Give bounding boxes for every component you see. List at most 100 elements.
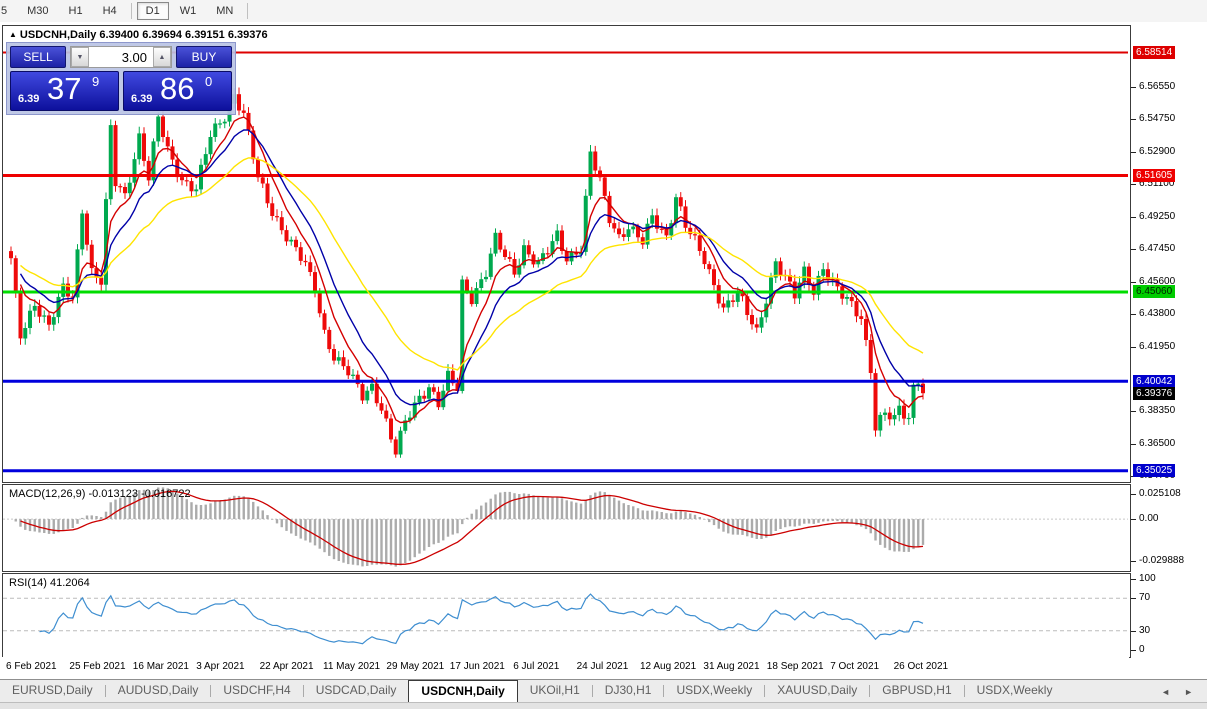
tab-scroll-controls: ◄ ► [1161,680,1207,703]
axis-tick [1131,217,1136,219]
axis-tick [1131,87,1136,89]
price-tick-label: 6.38350 [1139,405,1176,417]
macd-label: MACD(12,26,9) -0.013123 -0.016722 [9,488,191,500]
price-tick-label: 6.43800 [1139,308,1176,320]
axis-tick [1131,282,1136,284]
date-tick-label: 18 Sep 2021 [766,661,824,672]
rsi-axis-label: 0 [1139,644,1145,655]
price-tick-label: 6.41950 [1139,341,1176,353]
collapse-indicator-icon[interactable]: ▲ [9,30,17,39]
chart-title-text: USDCNH,Daily 6.39400 6.39694 6.39151 6.3… [19,29,268,41]
toolbar-separator [247,3,249,19]
chart-tab-usdx-weekly[interactable]: USDX,Weekly [664,680,764,703]
buy-button[interactable]: BUY [176,46,232,68]
rsi-label: RSI(14) 41.2064 [9,577,90,589]
price-axis[interactable]: 6.56550 6.54750 6.52900 6.51100 6.49250 6.474… [1131,22,1207,679]
timeframe-button-w1[interactable]: W1 [171,2,206,20]
chart-tab-xauusd-daily[interactable]: XAUUSD,Daily [765,680,869,703]
date-tick-label: 26 Oct 2021 [893,661,949,672]
buy-price-quote[interactable]: 6.39 86 0 [123,71,232,111]
axis-tick [1131,411,1136,413]
chart-tab-bar: EURUSD,Daily AUDUSD,Daily USDCHF,H4 USDCAD,… [0,679,1207,703]
axis-tick [1131,630,1136,632]
sell-price-quote[interactable]: 6.39 37 9 [10,71,119,111]
axis-tick [1131,249,1136,251]
toolbar-separator [130,3,132,19]
price-tick-label: 6.56550 [1139,81,1176,93]
chart-tab-usdcad-daily[interactable]: USDCAD,Daily [304,680,409,703]
buy-price-sup: 0 [205,74,213,89]
axis-tick [1131,579,1136,580]
price-tick-label: 6.49250 [1139,211,1176,223]
price-line-flag: 6.51605 [1133,168,1176,182]
axis-tick [1131,519,1136,521]
date-tick-label: 24 Jul 2021 [576,661,629,672]
axis-tick [1131,314,1136,316]
macd-axis-label: -0.029888 [1139,555,1185,566]
macd-pane[interactable]: MACD(12,26,9) -0.013123 -0.016722 [2,484,1131,572]
volume-spinner: ▼ 3.00 ▲ [70,46,172,68]
sell-button[interactable]: SELL [10,46,66,68]
buy-price-prefix: 6.39 [131,93,153,105]
price-line-flag: 6.45060 [1133,285,1176,299]
timeframe-button-5[interactable]: 5 [0,2,16,20]
chart-tab-usdx-weekly[interactable]: USDX,Weekly [965,680,1065,703]
timeframe-button-m30[interactable]: M30 [18,2,57,20]
axis-tick [1131,598,1136,600]
rsi-pane[interactable]: RSI(14) 41.2064 [2,573,1131,658]
volume-increase-icon[interactable]: ▲ [153,47,171,67]
timeframe-toolbar: 5 M30 H1 H4 D1 W1 MN [0,0,1207,23]
chart-title: ▲ USDCNH,Daily 6.39400 6.39694 6.39151 6.… [9,29,268,41]
sell-price-prefix: 6.39 [18,93,40,105]
price-line-flag: 6.39376 [1133,386,1176,400]
date-tick-label: 6 Feb 2021 [6,661,57,672]
date-tick-label: 22 Apr 2021 [259,661,314,672]
chart-tab-usdchf-h4[interactable]: USDCHF,H4 [211,680,302,703]
chart-tab-gbpusd-h1[interactable]: GBPUSD,H1 [870,680,963,703]
chart-tab-audusd-daily[interactable]: AUDUSD,Daily [106,680,211,703]
date-tick-label: 12 Aug 2021 [640,661,697,672]
chart-window: ▲ USDCNH,Daily 6.39400 6.39694 6.39151 6.… [0,22,1207,679]
chart-tab-ukoil-h1[interactable]: UKOil,H1 [518,680,592,703]
date-tick-label: 3 Apr 2021 [196,661,245,672]
moving-average-line [20,157,924,371]
axis-tick [1131,184,1136,186]
price-tick-label: 6.52900 [1139,146,1176,158]
rsi-axis-label: 70 [1139,592,1151,604]
date-tick-label: 31 Aug 2021 [703,661,760,672]
sell-price-sup: 9 [92,74,100,89]
rsi-canvas [3,593,1128,645]
axis-tick [1131,444,1136,446]
one-click-trading-panel: SELL ▼ 3.00 ▲ BUY 6.39 37 9 6.39 86 0 [6,42,236,115]
axis-tick [1131,119,1136,121]
volume-decrease-icon[interactable]: ▼ [71,47,89,67]
timeframe-button-h4[interactable]: H4 [94,2,126,20]
price-tick-label: 6.47450 [1139,243,1176,255]
date-tick-label: 7 Oct 2021 [830,661,880,672]
buy-price-big: 86 [160,71,195,106]
tab-scroll-right-icon[interactable]: ► [1184,687,1193,697]
date-axis[interactable]: 6 Feb 2021 25 Feb 2021 16 Mar 2021 3 Apr 20… [2,657,1129,679]
timeframe-button-h1[interactable]: H1 [60,2,92,20]
price-line-flag: 6.35025 [1133,464,1176,478]
chart-tab-eurusd-daily[interactable]: EURUSD,Daily [0,680,105,703]
price-tick-label: 6.36500 [1139,438,1176,450]
macd-axis-label: 0.025108 [1139,488,1181,499]
moving-average-line [19,116,924,424]
sell-price-big: 37 [47,71,82,106]
candles [9,87,925,458]
chart-tab-usdcnh-daily[interactable]: USDCNH,Daily [408,680,518,703]
axis-tick [1131,561,1136,562]
timeframe-button-mn[interactable]: MN [207,2,242,20]
chart-tab-dj30-h1[interactable]: DJ30,H1 [593,680,664,703]
volume-input[interactable]: 3.00 [89,47,153,67]
timeframe-button-d1[interactable]: D1 [136,2,169,20]
date-tick-label: 17 Jun 2021 [449,661,505,672]
date-tick-label: 11 May 2021 [323,661,381,672]
price-line-flag: 6.58514 [1133,45,1176,59]
rsi-line [39,593,924,645]
axis-tick [1131,650,1136,651]
macd-signal-line [20,490,924,566]
tab-scroll-left-icon[interactable]: ◄ [1161,687,1170,697]
macd-axis-label: 0.00 [1139,513,1159,525]
